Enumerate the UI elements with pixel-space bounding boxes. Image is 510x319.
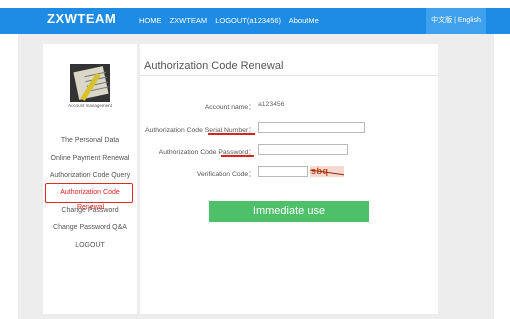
authorization-password-underline [221, 155, 254, 157]
title-divider [140, 75, 438, 76]
account-name-value: a123456 [258, 101, 285, 108]
account-name-label: Account name： [204, 104, 255, 111]
serial-number-input[interactable] [258, 122, 365, 133]
sidebar-item-authorization-code-query[interactable]: Authorization Code Query [43, 172, 137, 179]
captcha-image[interactable]: sbq [310, 166, 344, 177]
nav-logout-link[interactable]: LOGOUT(a123456) [215, 16, 281, 25]
lang-separator: | [454, 17, 456, 24]
authorization-password-label-prefix: Authorization Code [158, 149, 219, 156]
serial-number-underline [208, 133, 255, 135]
site-logo[interactable]: ZXWTEAM [47, 11, 116, 26]
nav-home-link[interactable]: HOME [139, 16, 162, 25]
sidebar-item-logout[interactable]: LOGOUT [43, 242, 137, 249]
top-navigation-bar: ZXWTEAM HOME ZXWTEAM LOGOUT(a123456) Abo… [0, 8, 510, 34]
nav-aboutme-link[interactable]: AboutMe [289, 16, 319, 25]
content-panel [140, 44, 438, 314]
nav-zxwteam-link[interactable]: ZXWTEAM [170, 16, 208, 25]
sidebar-item-online-payment-renewal[interactable]: Online Payment Renewal [43, 155, 137, 162]
lang-english-link[interactable]: English [458, 17, 481, 24]
sidebar-highlight-box [45, 183, 133, 203]
verification-code-label: Verification Code： [196, 171, 255, 178]
account-management-label: Account management [68, 103, 112, 108]
language-switcher: 中文版 | English [426, 8, 486, 34]
lang-chinese-link[interactable]: 中文版 [431, 17, 452, 24]
account-avatar-image [70, 64, 110, 102]
sidebar-item-personal-data[interactable]: The Personal Data [43, 137, 137, 144]
sidebar-item-change-password-qa[interactable]: Change Password Q&A [43, 224, 137, 231]
page: ZXWTEAM HOME ZXWTEAM LOGOUT(a123456) Abo… [0, 0, 510, 319]
main-nav: HOME ZXWTEAM LOGOUT(a123456) AboutMe [139, 16, 325, 25]
page-title: Authorization Code Renewal [144, 60, 284, 72]
sidebar-overflow-text: Renewal [77, 204, 105, 211]
verification-code-input[interactable] [258, 166, 308, 177]
authorization-password-input[interactable] [258, 144, 348, 155]
serial-number-label-prefix: Authorization Code [145, 127, 205, 134]
immediate-use-button[interactable]: Immediate use [209, 201, 369, 222]
